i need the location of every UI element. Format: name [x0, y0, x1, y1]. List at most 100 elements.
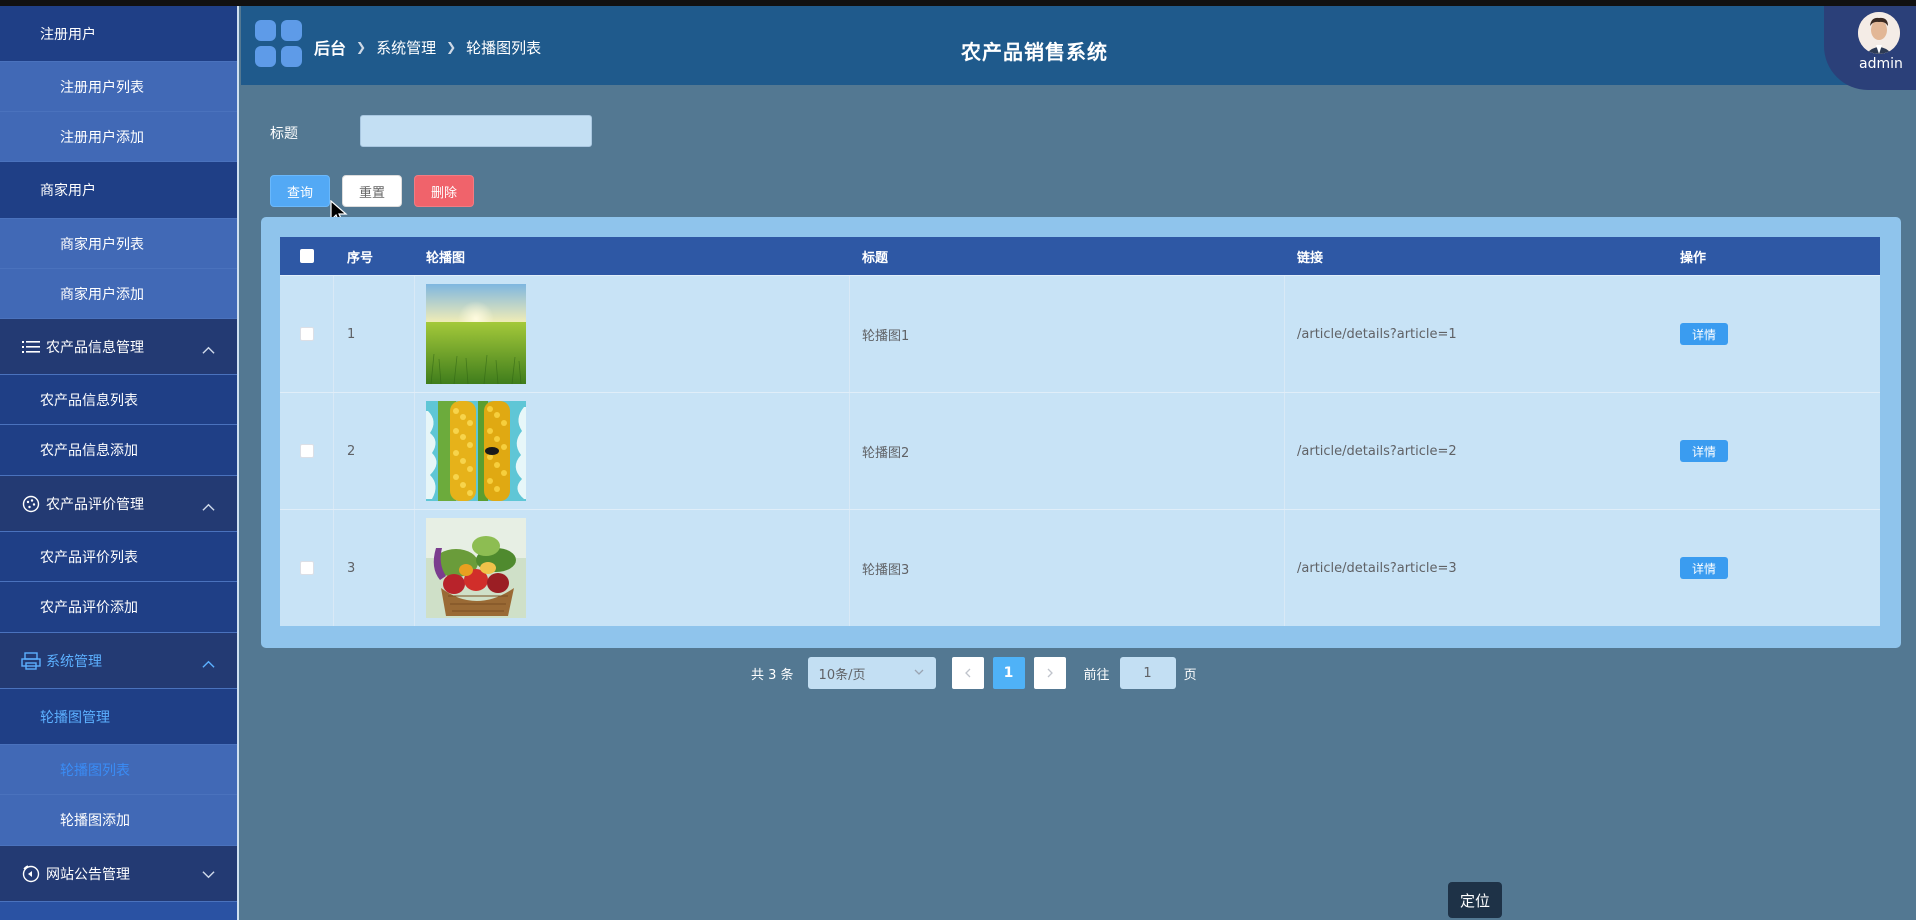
column-header-actions: 操作	[1680, 250, 1707, 266]
breadcrumb-carousel-list: 轮播图列表	[466, 38, 542, 57]
column-header-index: 序号	[347, 250, 374, 266]
row-checkbox[interactable]	[299, 444, 314, 458]
sidebar-item-label: 注册用户列表	[60, 79, 144, 96]
table-header: 序号 轮播图 标题 链接 操作	[280, 237, 1880, 275]
table-row: 1 轮播图1 /article/details?article=1 详情	[280, 275, 1880, 392]
sidebar: 注册用户 注册用户列表 注册用户添加 商家用户 商家用户列表 商家用户添加 农产…	[0, 6, 239, 920]
row-index: 3	[334, 510, 415, 626]
row-checkbox[interactable]	[299, 327, 314, 341]
sidebar-item-merchant-user-add[interactable]: 商家用户添加	[0, 269, 237, 319]
breadcrumb-home[interactable]: 后台	[314, 35, 346, 59]
row-select-cell	[280, 393, 334, 509]
app-logo-icon[interactable]	[255, 20, 303, 68]
announce-icon	[20, 863, 42, 885]
select-all-cell	[280, 237, 334, 275]
row-image-cell	[415, 510, 850, 626]
sidebar-item-label: 农产品评价添加	[40, 600, 138, 616]
breadcrumb: 后台 ❯ 系统管理 ❯ 轮播图列表	[314, 35, 541, 59]
row-select-cell	[280, 276, 334, 392]
sidebar-group-system-management[interactable]: 系统管理	[0, 633, 237, 689]
page-number-button[interactable]: 1	[992, 657, 1025, 689]
row-actions: 详情	[1680, 393, 1880, 509]
row-link: /article/details?article=1	[1297, 326, 1457, 342]
sidebar-item-label: 农产品信息管理	[46, 339, 144, 356]
sidebar-group-product-review[interactable]: 农产品评价管理	[0, 476, 237, 532]
sidebar-item-label: 系统管理	[46, 653, 102, 670]
sidebar-item-registered-users[interactable]: 注册用户	[0, 6, 237, 62]
chevron-down-icon	[914, 669, 924, 675]
row-image-cell	[415, 276, 850, 392]
row-checkbox[interactable]	[299, 561, 314, 575]
detail-button[interactable]: 详情	[1680, 557, 1728, 579]
chevron-right-icon: ❯	[356, 40, 367, 54]
user-menu[interactable]: admin	[1824, 0, 1916, 90]
sidebar-item-label: 商家用户列表	[60, 236, 144, 253]
chevron-left-icon	[964, 668, 971, 678]
pagination: 共 3 条 10条/页 1 前往 1 页	[751, 657, 1197, 689]
table-row: 3 轮播图3 /article/details?article=3 详情	[280, 509, 1880, 626]
sidebar-item-product-review-add[interactable]: 农产品评价添加	[0, 582, 237, 633]
sidebar-item-label: 商家用户	[40, 183, 96, 199]
row-title: 轮播图1	[850, 276, 1285, 392]
select-all-checkbox[interactable]	[300, 249, 314, 263]
breadcrumb-system-management[interactable]: 系统管理	[376, 37, 436, 58]
avatar	[1858, 12, 1900, 54]
goto-page-input[interactable]: 1	[1119, 657, 1176, 689]
chevron-right-icon	[1047, 668, 1053, 678]
sidebar-item-label: 注册用户添加	[60, 129, 144, 146]
sidebar-item-product-review-list[interactable]: 农产品评价列表	[0, 532, 237, 582]
sidebar-item-product-info-add[interactable]: 农产品信息添加	[0, 425, 237, 476]
sidebar-item-product-info-list[interactable]: 农产品信息列表	[0, 375, 237, 425]
query-button[interactable]: 查询	[270, 175, 330, 207]
pagination-total: 共 3 条	[751, 667, 794, 683]
sidebar-item-merchant-users[interactable]: 商家用户	[0, 162, 237, 219]
window-top-strip	[0, 0, 1916, 6]
chevron-up-icon	[202, 346, 215, 354]
sidebar-item-label: 轮播图列表	[60, 762, 130, 779]
sidebar-item-label: 轮播图管理	[40, 709, 110, 726]
carousel-table: 序号 轮播图 标题 链接 操作 1 轮播图1 /article/details?…	[280, 237, 1880, 626]
username: admin	[1859, 56, 1903, 72]
sidebar-item-label: 商家用户添加	[60, 286, 144, 303]
chevron-up-icon	[202, 503, 215, 511]
sidebar-item-carousel-list[interactable]: 轮播图列表	[0, 745, 237, 795]
sidebar-item-carousel-management[interactable]: 轮播图管理	[0, 689, 237, 745]
sidebar-item-registered-user-add[interactable]: 注册用户添加	[0, 112, 237, 162]
delete-button[interactable]: 删除	[414, 175, 474, 207]
top-header: 后台 ❯ 系统管理 ❯ 轮播图列表 农产品销售系统 admin	[241, 0, 1916, 90]
vegetables-basket-photo[interactable]	[426, 518, 526, 618]
row-actions: 详情	[1680, 276, 1880, 392]
column-header-title: 标题	[862, 250, 889, 266]
page-size-value: 10条/页	[818, 667, 866, 683]
title-search-input[interactable]	[360, 115, 592, 147]
sidebar-item-label: 农产品评价列表	[40, 549, 138, 566]
page-title: 农产品销售系统	[961, 40, 1108, 64]
detail-button[interactable]: 详情	[1680, 323, 1728, 345]
grass-field-photo[interactable]	[426, 284, 526, 384]
prev-page-button[interactable]	[951, 657, 984, 689]
row-link: /article/details?article=2	[1297, 443, 1457, 459]
sidebar-group-product-info[interactable]: 农产品信息管理	[0, 319, 237, 375]
column-header-link: 链接	[1297, 250, 1324, 266]
row-actions: 详情	[1680, 510, 1880, 626]
detail-button[interactable]: 详情	[1680, 440, 1728, 462]
table-panel: 序号 轮播图 标题 链接 操作 1 轮播图1 /article/details?…	[261, 217, 1901, 648]
locate-button[interactable]: 定位	[1448, 882, 1502, 918]
row-link: /article/details?article=3	[1297, 560, 1457, 576]
reset-button[interactable]: 重置	[342, 175, 402, 207]
row-select-cell	[280, 510, 334, 626]
sidebar-item-merchant-user-list[interactable]: 商家用户列表	[0, 219, 237, 269]
sidebar-item-label: 网站公告管理	[46, 866, 130, 883]
chevron-up-icon	[202, 660, 215, 668]
sidebar-item-registered-user-list[interactable]: 注册用户列表	[0, 62, 237, 112]
sidebar-item-label: 农产品信息列表	[40, 392, 138, 409]
row-image-cell	[415, 393, 850, 509]
palette-icon	[20, 493, 42, 515]
printer-icon	[20, 650, 42, 672]
corn-photo[interactable]	[426, 401, 526, 501]
row-title: 轮播图2	[850, 393, 1285, 509]
next-page-button[interactable]	[1033, 657, 1066, 689]
sidebar-group-site-announcement[interactable]: 网站公告管理	[0, 846, 237, 902]
page-size-select[interactable]: 10条/页	[807, 657, 936, 689]
sidebar-item-carousel-add[interactable]: 轮播图添加	[0, 795, 237, 846]
